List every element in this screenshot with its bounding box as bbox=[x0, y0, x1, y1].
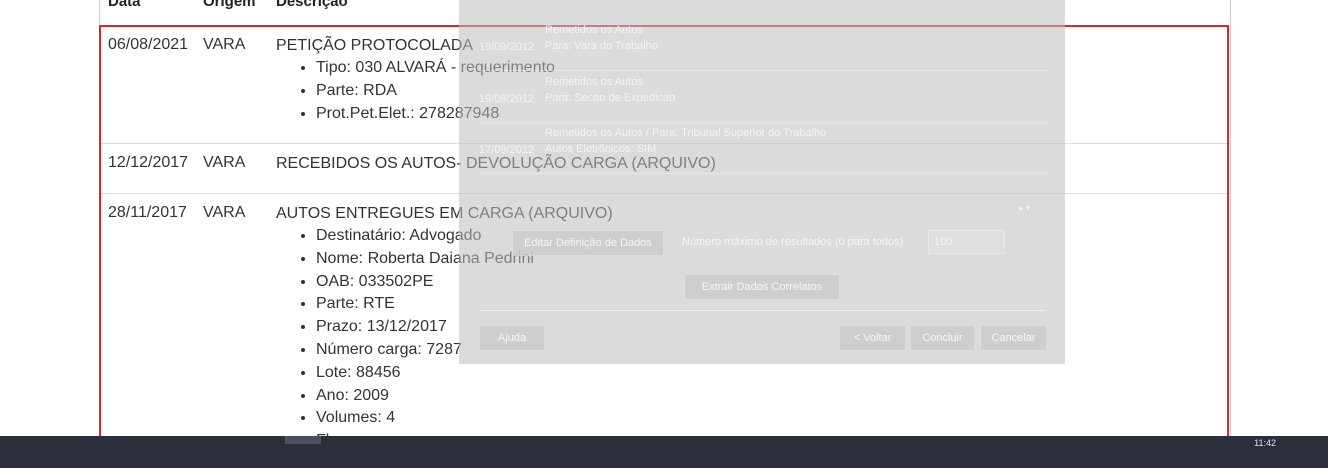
overlay-list: 19/09/2012 Remetidos os Autos Para: Vara… bbox=[479, 0, 1049, 195]
overlay-list-item: 19/09/2012 Remetidos os Autos Para: Vara… bbox=[479, 20, 1049, 71]
max-results-input[interactable]: 100 bbox=[928, 230, 1005, 254]
list-item: Ano: 2009 bbox=[316, 385, 613, 408]
row-date: 12/12/2017 bbox=[108, 154, 189, 171]
max-results-label: Número máximo de resultados (0 para todo… bbox=[682, 236, 904, 248]
help-button[interactable]: Ajuda bbox=[479, 325, 545, 351]
overlay-item-line1: Remetidos os Autos / Para: Tribunal Supe… bbox=[545, 127, 827, 139]
os-taskbar: 11:42 bbox=[0, 436, 1328, 468]
list-item: Volumes: 4 bbox=[316, 407, 613, 430]
overlay-item-line2: Para: Vara do Trabalho bbox=[545, 40, 658, 52]
extract-related-data-button[interactable]: Extrair Dados Correlatos bbox=[684, 274, 840, 300]
overlay-item-date: 19/09/2012 bbox=[479, 41, 535, 53]
overlay-divider bbox=[479, 310, 1045, 311]
overlay-item-line1: Remetidos os Autos bbox=[545, 76, 643, 88]
taskbar-clock[interactable]: 11:42 bbox=[1254, 438, 1276, 448]
row-date: 28/11/2017 bbox=[108, 204, 187, 221]
row-origin: VARA bbox=[203, 154, 246, 171]
row-origin: VARA bbox=[203, 36, 246, 53]
header-date[interactable]: Data bbox=[108, 0, 141, 10]
overlay-item-date: 19/09/2012 bbox=[479, 93, 535, 105]
overlay-list-item: 19/09/2012 Remetidos os Autos Para: Seca… bbox=[479, 72, 1049, 123]
overlay-item-date: 17/09/2012 bbox=[479, 144, 535, 156]
back-button[interactable]: < Voltar bbox=[839, 325, 906, 351]
overlay-item-line2: Autos Eletrônicos: SIM bbox=[545, 143, 657, 155]
row-date: 06/08/2021 bbox=[108, 36, 189, 53]
edit-data-definition-button[interactable]: Editar Definição de Dados bbox=[512, 230, 664, 256]
cancel-button[interactable]: Cancelar bbox=[980, 325, 1047, 351]
row-origin: VARA bbox=[203, 204, 246, 221]
taskbar-app-icon[interactable] bbox=[285, 436, 321, 444]
overlay-item-line1: Remetidos os Autos bbox=[545, 24, 643, 36]
scroll-arrows-icon[interactable]: ▸ ▾ bbox=[1019, 203, 1031, 214]
overlay-item-line2: Para: Secao de Expedicao bbox=[545, 92, 676, 104]
header-origin[interactable]: Origem bbox=[203, 0, 256, 10]
ghost-dialog-overlay: 19/09/2012 Remetidos os Autos Para: Vara… bbox=[459, 0, 1065, 364]
overlay-list-item: 17/09/2012 Remetidos os Autos / Para: Tr… bbox=[479, 123, 1049, 174]
finish-button[interactable]: Concluir bbox=[910, 325, 975, 351]
list-item: Lote: 88456 bbox=[316, 362, 613, 385]
header-description[interactable]: Descrição bbox=[276, 0, 348, 10]
